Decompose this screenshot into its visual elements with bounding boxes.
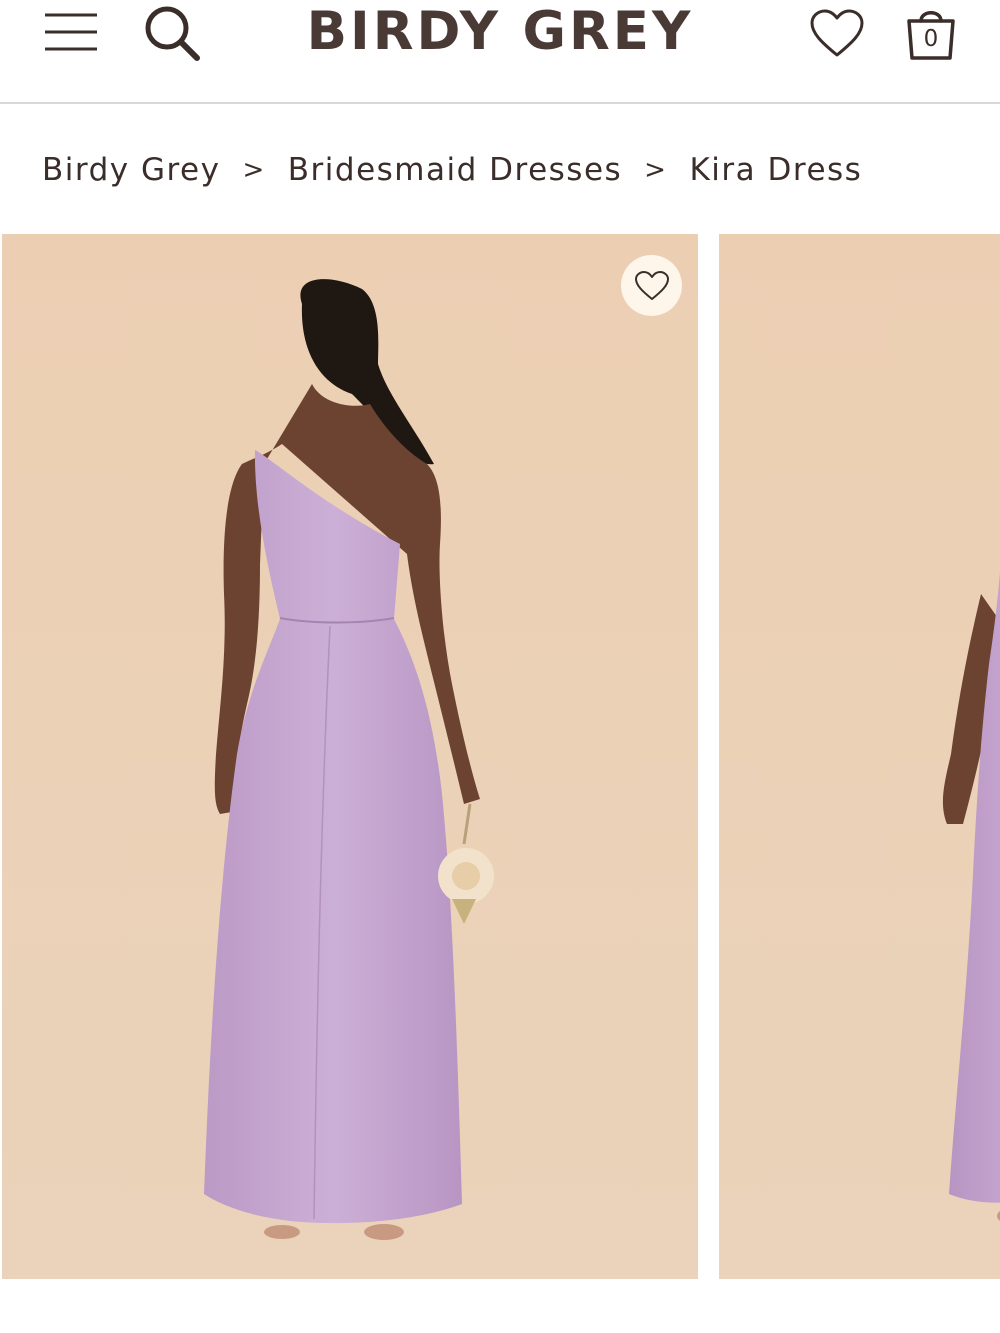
product-image-side-view[interactable] xyxy=(719,234,1000,1279)
search-icon xyxy=(145,6,200,61)
cart-count-badge: 0 xyxy=(923,26,939,52)
hamburger-menu-icon xyxy=(45,13,97,51)
favorite-button[interactable] xyxy=(621,255,682,316)
breadcrumb-link-home[interactable]: Birdy Grey xyxy=(42,152,220,188)
breadcrumb: Birdy Grey > Bridesmaid Dresses > Kira D… xyxy=(42,148,862,192)
search-button[interactable] xyxy=(140,2,204,64)
product-photo xyxy=(719,234,1000,1279)
site-header: BIRDY GREY 0 xyxy=(0,0,1000,102)
product-image-back-view[interactable] xyxy=(2,234,698,1279)
heart-outline-icon xyxy=(634,270,669,300)
breadcrumb-link-category[interactable]: Bridesmaid Dresses xyxy=(288,152,622,188)
header-divider xyxy=(0,102,1000,104)
wishlist-button[interactable] xyxy=(806,6,868,62)
breadcrumb-current-page: Kira Dress xyxy=(689,152,863,188)
heart-icon xyxy=(810,9,864,57)
breadcrumb-separator: > xyxy=(242,155,266,185)
product-photo xyxy=(2,234,698,1279)
menu-button[interactable] xyxy=(40,8,102,56)
product-image-gallery[interactable] xyxy=(0,234,1000,1279)
cart-button[interactable]: 0 xyxy=(898,2,964,64)
breadcrumb-separator: > xyxy=(644,155,668,185)
brand-logo[interactable]: BIRDY GREY xyxy=(300,0,700,64)
